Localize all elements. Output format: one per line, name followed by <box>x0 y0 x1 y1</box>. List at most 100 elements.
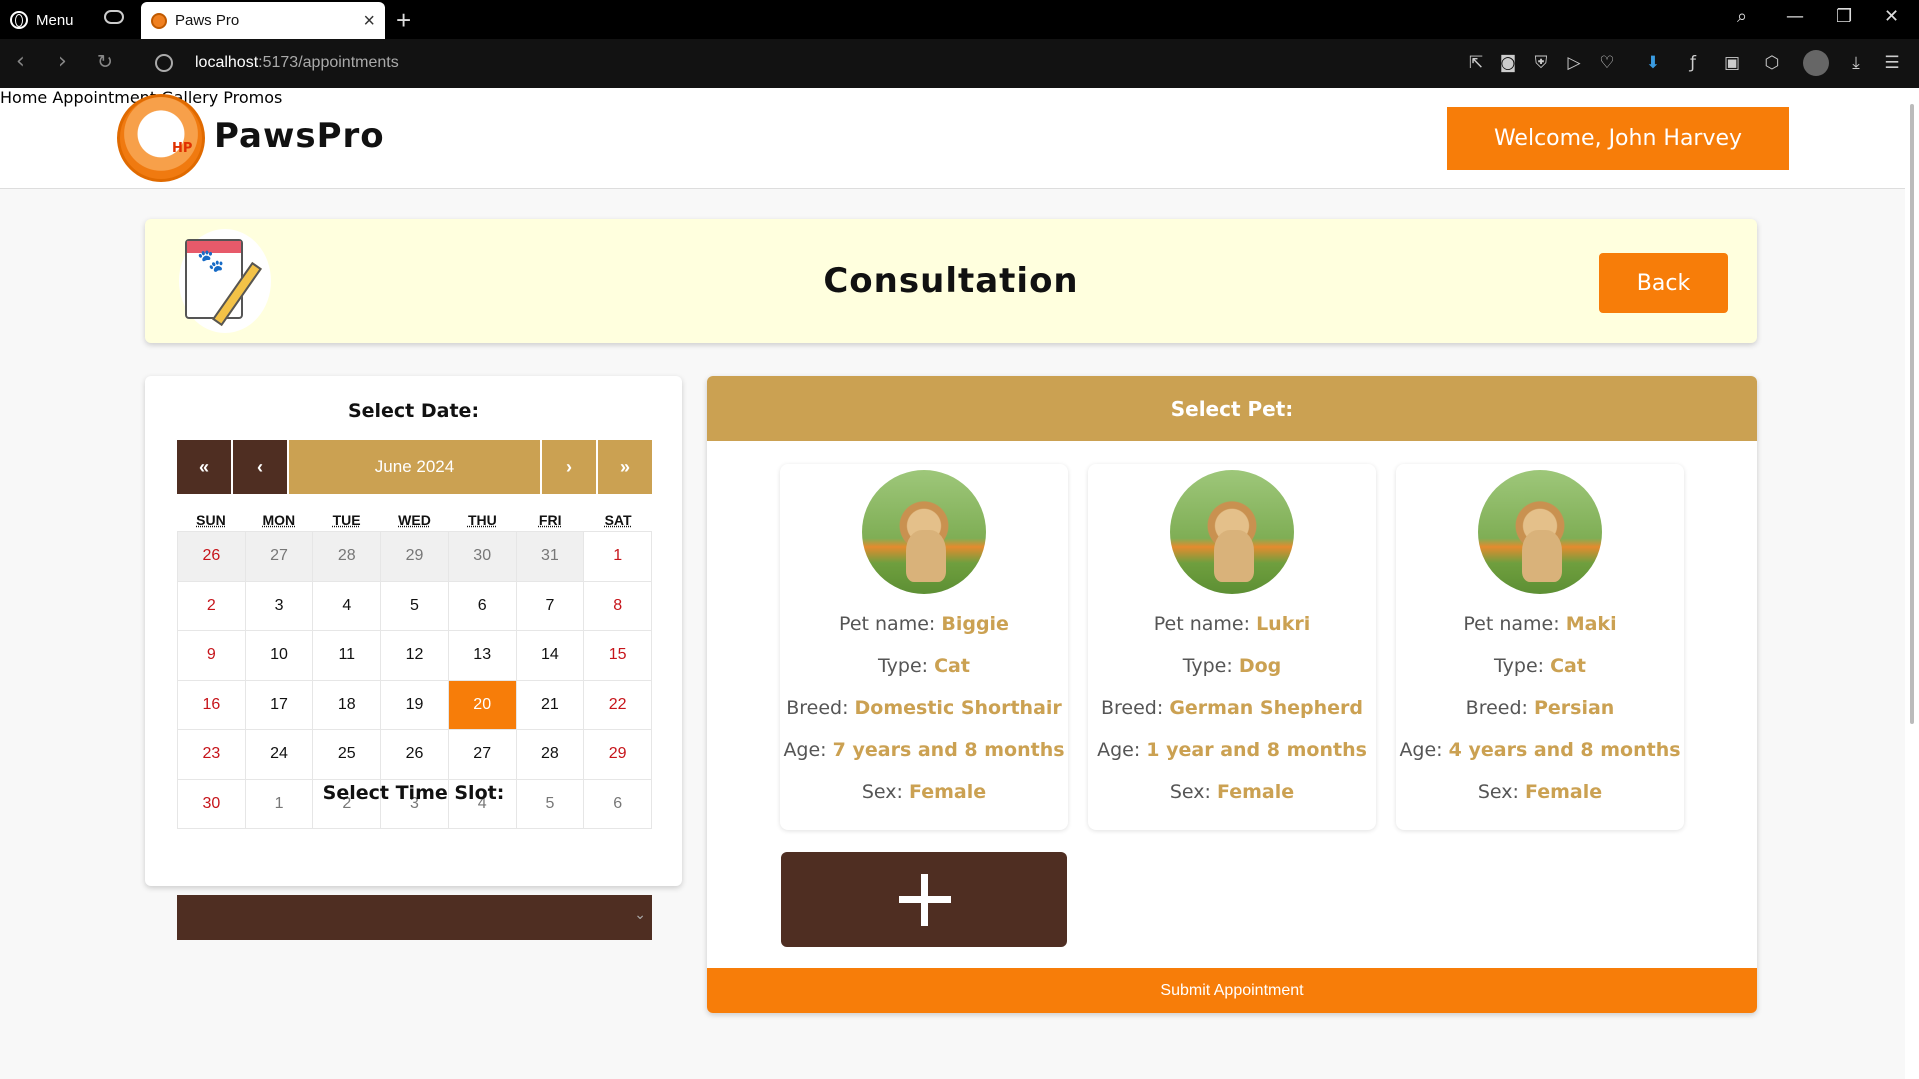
download-ext-icon[interactable]: ⬇ <box>1643 53 1663 73</box>
calendar-day[interactable]: 25 <box>313 730 382 780</box>
calendar-day[interactable]: 6 <box>448 581 517 631</box>
submit-appointment-button[interactable]: Submit Appointment <box>707 968 1757 1013</box>
calendar-day[interactable]: 10 <box>245 631 314 681</box>
calendar-day[interactable]: 9 <box>178 631 246 681</box>
pet-card[interactable]: Pet name: Maki Type: Cat Breed: Persian … <box>1396 464 1684 830</box>
pet-card[interactable]: Pet name: Biggie Type: Cat Breed: Domest… <box>780 464 1068 830</box>
url-field[interactable]: localhost:5173/appointments <box>195 54 399 72</box>
select-date-label: Select Date: <box>347 400 480 422</box>
minimize-icon[interactable]: — <box>1786 6 1804 34</box>
calendar-day[interactable]: 29 <box>381 532 449 582</box>
calendar-day[interactable]: 16 <box>178 680 246 730</box>
calendar-day[interactable]: 30 <box>448 532 517 582</box>
pet-name-label: Pet name: <box>1153 613 1251 635</box>
calendar-day[interactable]: 28 <box>516 730 585 780</box>
calendar-day[interactable]: 7 <box>516 581 585 631</box>
plus-icon-vertical <box>921 874 928 926</box>
avatar[interactable] <box>1803 50 1829 76</box>
share-icon[interactable]: ⇱ <box>1466 53 1486 73</box>
prev-year-button[interactable]: « <box>177 440 231 494</box>
pet-age-value: 4 years and 8 months <box>1448 739 1681 761</box>
consultation-banner: 🐾 Consultation Back <box>145 219 1757 343</box>
calendar-day[interactable]: 2 <box>178 581 246 631</box>
weekday-header: SUN MON TUE WED THU FRI SAT <box>177 512 652 528</box>
calendar-day[interactable]: 15 <box>584 631 652 681</box>
send-icon[interactable]: ▷ <box>1564 53 1584 73</box>
pet-breed-row: Breed: German Shepherd <box>1088 697 1376 719</box>
pet-sex-label: Sex: <box>1169 781 1211 803</box>
calendar-day[interactable]: 13 <box>448 631 517 681</box>
calendar-day[interactable]: 12 <box>381 631 449 681</box>
shield-icon[interactable]: ⛨ <box>1531 53 1551 73</box>
calendar-day[interactable]: 31 <box>516 532 585 582</box>
search-icon[interactable]: ⌕ <box>1737 6 1747 34</box>
calendar-day[interactable]: 17 <box>245 680 314 730</box>
brand-name[interactable]: PawsPro <box>214 116 385 156</box>
brand-logo[interactable] <box>117 94 205 182</box>
calendar-day[interactable]: 3 <box>245 581 314 631</box>
pet-name-row: Pet name: Biggie <box>780 613 1068 635</box>
calendar-day[interactable]: 19 <box>381 680 449 730</box>
welcome-user-button[interactable]: Welcome, John Harvey <box>1447 107 1789 170</box>
browser-menu-button[interactable]: Menu <box>10 8 74 32</box>
back-nav-icon[interactable]: ‹ <box>16 51 25 73</box>
calendar-day[interactable]: 27 <box>448 730 517 780</box>
scrollbar-thumb[interactable] <box>1910 104 1914 724</box>
pet-name-value: Maki <box>1565 613 1617 635</box>
nav-home-link[interactable]: Home <box>0 88 47 107</box>
time-slot-select[interactable]: ⌄ <box>177 895 652 940</box>
calendar-month-label[interactable]: June 2024 <box>289 440 540 494</box>
camera-icon[interactable]: ◙ <box>1498 53 1518 73</box>
new-tab-icon[interactable]: + <box>396 5 411 36</box>
calendar-day[interactable]: 27 <box>245 532 314 582</box>
snapshot-icon[interactable]: ▣ <box>1722 53 1742 73</box>
calendar-day[interactable]: 22 <box>584 680 652 730</box>
calendar-day[interactable]: 28 <box>313 532 382 582</box>
pet-breed-label: Breed: <box>786 697 849 719</box>
pet-list: Pet name: Biggie Type: Cat Breed: Domest… <box>780 464 1684 830</box>
calendar-day[interactable]: 11 <box>313 631 382 681</box>
forward-nav-icon[interactable]: › <box>58 51 67 73</box>
calendar-day[interactable]: 20 <box>448 680 517 730</box>
calendar-day[interactable]: 24 <box>245 730 314 780</box>
page-scrollbar[interactable] <box>1905 88 1919 1079</box>
formula-ext-icon[interactable]: ƒ <box>1683 53 1703 73</box>
calendar-day[interactable]: 4 <box>313 581 382 631</box>
close-window-icon[interactable]: ✕ <box>1884 6 1899 34</box>
close-tab-icon[interactable]: × <box>363 11 375 31</box>
calendar-navigation: « ‹ June 2024 › » <box>177 440 652 494</box>
pet-age-label: Age: <box>1097 739 1141 761</box>
next-month-button[interactable]: › <box>542 440 596 494</box>
gamepad-icon[interactable] <box>104 10 124 24</box>
cube-icon[interactable]: ⬡ <box>1762 53 1782 73</box>
calendar-day[interactable]: 8 <box>584 581 652 631</box>
pet-name-label: Pet name: <box>839 613 936 635</box>
nav-promos-link[interactable]: Promos <box>223 88 282 107</box>
calendar-day[interactable]: 26 <box>381 730 449 780</box>
site-info-icon[interactable] <box>155 54 173 72</box>
page: PawsPro Home Appointment Gallery Promos … <box>0 88 1905 1079</box>
select-pet-title: Select Pet: <box>707 376 1757 441</box>
heart-icon[interactable]: ♡ <box>1597 53 1617 73</box>
calendar-day[interactable]: 21 <box>516 680 585 730</box>
calendar-day[interactable]: 1 <box>584 532 652 582</box>
calendar-day[interactable]: 29 <box>584 730 652 780</box>
pet-card[interactable]: Pet name: Lukri Type: Dog Breed: German … <box>1088 464 1376 830</box>
downloads-icon[interactable]: ⤓ <box>1846 53 1866 73</box>
pet-photo <box>862 470 986 594</box>
next-year-button[interactable]: » <box>598 440 652 494</box>
reload-icon[interactable]: ↻ <box>97 53 113 72</box>
easy-setup-icon[interactable]: ☰ <box>1882 53 1902 73</box>
prev-month-button[interactable]: ‹ <box>233 440 287 494</box>
calendar-day[interactable]: 26 <box>178 532 246 582</box>
calendar-day[interactable]: 5 <box>381 581 449 631</box>
calendar-day[interactable]: 18 <box>313 680 382 730</box>
select-time-slot-label: Select Time Slot: <box>322 782 505 804</box>
restore-icon[interactable]: ❐ <box>1836 6 1852 34</box>
back-button[interactable]: Back <box>1599 253 1728 313</box>
calendar-day[interactable]: 14 <box>516 631 585 681</box>
browser-tab[interactable]: Paws Pro × <box>141 2 385 39</box>
add-pet-button[interactable] <box>781 852 1067 947</box>
weekday-label: THU <box>467 512 497 528</box>
calendar-day[interactable]: 23 <box>178 730 246 780</box>
